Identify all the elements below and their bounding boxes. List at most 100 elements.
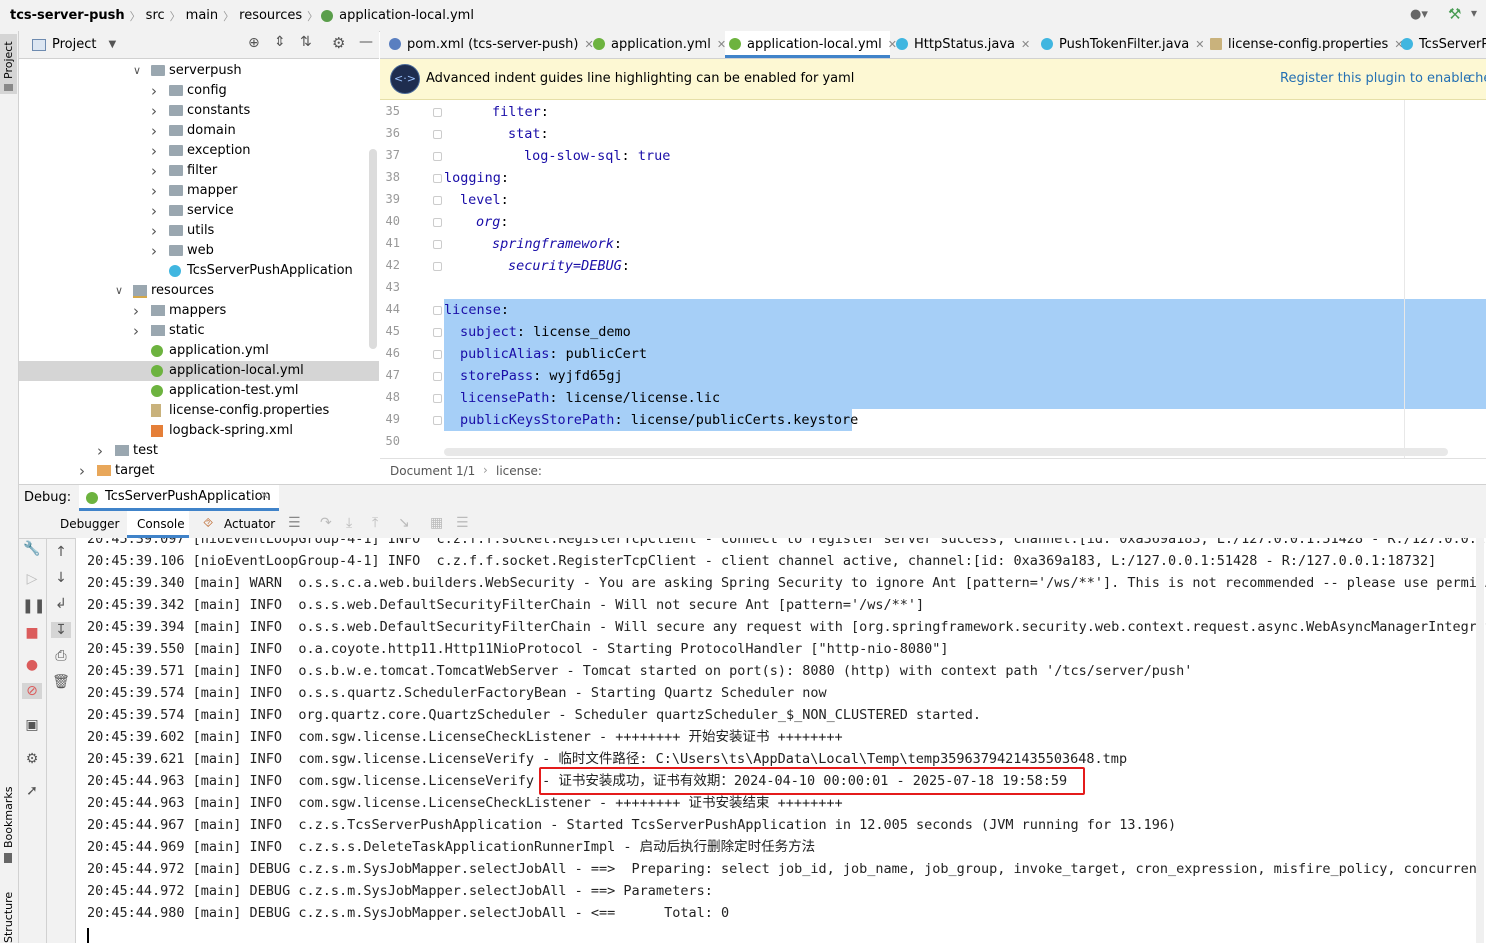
chevron-right-icon[interactable]: › (133, 301, 139, 321)
tree-item[interactable]: TcsServerPushApplication (19, 261, 379, 281)
pause-icon[interactable]: ❚❚ (22, 598, 45, 614)
gear-icon[interactable]: ⚙ (332, 34, 345, 52)
tree-item[interactable]: › filter (19, 161, 379, 181)
view-breakpoints-icon[interactable]: ● (22, 657, 42, 673)
console-scrollbar[interactable] (1476, 538, 1484, 943)
close-icon[interactable]: ✕ (1195, 38, 1204, 51)
breadcrumb-resources[interactable]: resources (237, 8, 304, 23)
chevron-right-icon[interactable]: › (151, 241, 157, 261)
settings-icon[interactable]: ⚙ (22, 751, 42, 767)
chevron-down-icon[interactable]: ▼ (108, 39, 116, 50)
chevron-right-icon[interactable]: › (151, 101, 157, 121)
console-output[interactable]: 20:45:39.097 [nioEventLoopGroup-4-1] INF… (76, 538, 1486, 943)
tree-item[interactable]: › mappers (19, 301, 379, 321)
fold-marker-icon[interactable] (433, 108, 442, 117)
scroll-to-end-icon[interactable]: ↧ (51, 622, 71, 638)
fold-marker-icon[interactable] (433, 262, 442, 271)
tree-item[interactable]: › exception (19, 141, 379, 161)
check-link[interactable]: che (1468, 71, 1486, 86)
tree-item[interactable]: › test (19, 441, 379, 461)
run-to-cursor-icon[interactable]: ↘ (398, 515, 410, 531)
editor-tab[interactable]: license-config.properties ✕ (1206, 31, 1404, 58)
mute-breakpoints-icon[interactable]: ⊘ (22, 683, 42, 699)
user-icon[interactable]: ●▾ (1410, 7, 1428, 22)
fold-marker-icon[interactable] (433, 152, 442, 161)
code-editor[interactable]: filter: stat: log-slow-sql: true logging: le… (444, 100, 1486, 458)
horizontal-scrollbar[interactable] (444, 448, 1448, 456)
chevron-down-icon[interactable]: ∨ (115, 281, 123, 301)
tree-item[interactable]: › target (19, 461, 379, 481)
step-into-icon[interactable]: ⤓ (346, 515, 352, 531)
fold-marker-icon[interactable] (433, 130, 442, 139)
hide-panel-icon[interactable]: — (359, 34, 373, 50)
fold-marker-icon[interactable] (433, 218, 442, 227)
breadcrumb-file[interactable]: application-local.yml (337, 8, 476, 23)
bookmarks-tool-label[interactable]: Bookmarks (2, 787, 15, 848)
chevron-right-icon[interactable]: › (133, 321, 139, 341)
build-hammer-icon[interactable]: ⚒ (1448, 5, 1461, 23)
trace-icon[interactable]: ☰ (456, 515, 469, 531)
breadcrumb-src[interactable]: src (144, 8, 167, 23)
tab-debugger[interactable]: Debugger (47, 511, 127, 538)
register-plugin-link[interactable]: Register this plugin to enable (1280, 71, 1471, 86)
close-icon[interactable]: ✕ (260, 489, 269, 502)
step-out-icon[interactable]: ⤒ (372, 515, 378, 531)
tree-item[interactable]: › web (19, 241, 379, 261)
fold-marker-icon[interactable] (433, 350, 442, 359)
menu-icon[interactable]: ☰ (288, 515, 301, 531)
trash-icon[interactable]: 🗑 (51, 674, 71, 690)
chevron-right-icon[interactable]: › (151, 141, 157, 161)
chevron-right-icon[interactable]: › (151, 121, 157, 141)
fold-marker-icon[interactable] (433, 306, 442, 315)
down-arrow-icon[interactable]: ↓ (51, 570, 71, 586)
chevron-right-icon[interactable]: › (151, 181, 157, 201)
debug-config-tab[interactable]: TcsServerPushApplication ✕ (79, 485, 279, 511)
chevron-right-icon[interactable]: › (97, 441, 103, 461)
tree-item[interactable]: › utils (19, 221, 379, 241)
breadcrumb-main[interactable]: main (184, 8, 220, 23)
locate-icon[interactable]: ⊕ (248, 35, 260, 51)
tree-item[interactable]: › constants (19, 101, 379, 121)
soft-wrap-icon[interactable]: ↲ (51, 596, 71, 612)
chevron-right-icon[interactable]: › (151, 161, 157, 181)
resume-icon[interactable]: ▷ (22, 571, 42, 587)
breadcrumb-project[interactable]: tcs-server-push (8, 8, 127, 23)
fold-marker-icon[interactable] (433, 394, 442, 403)
fold-marker-icon[interactable] (433, 416, 442, 425)
fold-marker-icon[interactable] (433, 328, 442, 337)
tree-item[interactable]: › service (19, 201, 379, 221)
camera-icon[interactable]: ▣ (22, 717, 42, 733)
close-icon[interactable]: ✕ (1021, 38, 1030, 51)
tree-item[interactable]: application.yml (19, 341, 379, 361)
evaluate-icon[interactable]: ▦ (430, 515, 443, 531)
pin-icon[interactable]: ➚ (22, 783, 42, 799)
run-config-chevron-icon[interactable]: ▾ (1471, 6, 1477, 20)
modify-config-icon[interactable]: 🔧 (22, 541, 42, 557)
expand-all-icon[interactable]: ⇕ (274, 34, 286, 50)
editor-tab[interactable]: PushTokenFilter.java ✕ (1037, 31, 1204, 58)
document-indicator[interactable]: Document 1/1 (390, 464, 475, 478)
editor-tab[interactable]: TcsServerPu (1397, 31, 1486, 58)
fold-marker-icon[interactable] (433, 196, 442, 205)
chevron-right-icon[interactable]: › (151, 221, 157, 241)
tab-console[interactable]: Console (127, 511, 189, 538)
step-over-icon[interactable]: ↷ (320, 515, 332, 531)
tree-item[interactable]: › mapper (19, 181, 379, 201)
chevron-right-icon[interactable]: › (151, 201, 157, 221)
tab-actuator[interactable]: ⯑ Actuator (197, 511, 277, 538)
stop-icon[interactable]: ■ (22, 625, 42, 641)
tree-item[interactable]: ∨ resources (19, 281, 379, 301)
tree-item[interactable]: › domain (19, 121, 379, 141)
fold-marker-icon[interactable] (433, 372, 442, 381)
up-arrow-icon[interactable]: ↑ (51, 544, 71, 560)
tree-item[interactable]: › config (19, 81, 379, 101)
editor-tab[interactable]: application.yml ✕ (589, 31, 726, 58)
tree-scrollbar[interactable] (369, 149, 377, 349)
editor-tab[interactable]: HttpStatus.java ✕ (892, 31, 1036, 58)
tree-item[interactable]: application-local.yml (19, 361, 379, 381)
project-panel-title[interactable]: Project (52, 37, 96, 52)
fold-marker-icon[interactable] (433, 240, 442, 249)
tree-item[interactable]: logback-spring.xml (19, 421, 379, 441)
tree-item[interactable]: › static (19, 321, 379, 341)
structure-tool-label[interactable]: Structure (2, 892, 15, 943)
